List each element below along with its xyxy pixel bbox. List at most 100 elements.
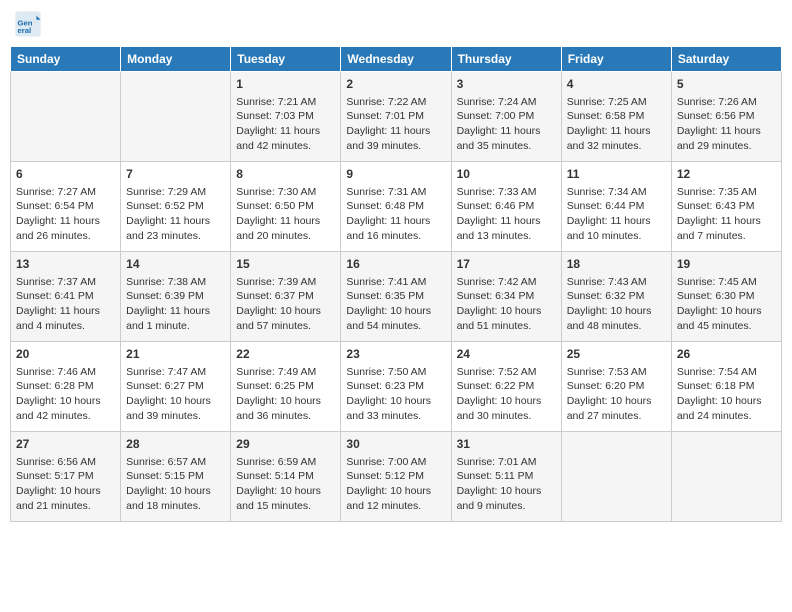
page-header: Gen eral <box>10 10 782 38</box>
cell-content: Sunset: 6:41 PM <box>16 289 115 304</box>
calendar-cell: 24Sunrise: 7:52 AMSunset: 6:22 PMDayligh… <box>451 342 561 432</box>
calendar-cell: 31Sunrise: 7:01 AMSunset: 5:11 PMDayligh… <box>451 432 561 522</box>
cell-content: Sunrise: 7:47 AM <box>126 365 225 380</box>
cell-content: Daylight: 10 hours and 21 minutes. <box>16 484 115 513</box>
cell-content: Sunset: 6:54 PM <box>16 199 115 214</box>
calendar-cell: 8Sunrise: 7:30 AMSunset: 6:50 PMDaylight… <box>231 162 341 252</box>
day-number: 23 <box>346 346 445 363</box>
cell-content: Sunrise: 6:56 AM <box>16 455 115 470</box>
day-number: 14 <box>126 256 225 273</box>
day-number: 16 <box>346 256 445 273</box>
cell-content: Daylight: 10 hours and 15 minutes. <box>236 484 335 513</box>
day-number: 13 <box>16 256 115 273</box>
cell-content: Daylight: 11 hours and 29 minutes. <box>677 124 776 153</box>
cell-content: Sunrise: 7:53 AM <box>567 365 666 380</box>
calendar-cell: 1 Sunrise: 7:21 AMSunset: 7:03 PMDaylight… <box>231 72 341 162</box>
day-number: 8 <box>236 166 335 183</box>
day-number: 6 <box>16 166 115 183</box>
calendar-cell: 4Sunrise: 7:25 AMSunset: 6:58 PMDaylight… <box>561 72 671 162</box>
cell-content: Daylight: 11 hours and 1 minute. <box>126 304 225 333</box>
cell-content: Sunset: 6:30 PM <box>677 289 776 304</box>
cell-content: Sunset: 6:50 PM <box>236 199 335 214</box>
calendar-cell: 22Sunrise: 7:49 AMSunset: 6:25 PMDayligh… <box>231 342 341 432</box>
cell-content: Sunrise: 7:42 AM <box>457 275 556 290</box>
calendar-cell: 14Sunrise: 7:38 AMSunset: 6:39 PMDayligh… <box>121 252 231 342</box>
header-thursday: Thursday <box>451 47 561 72</box>
day-number: 12 <box>677 166 776 183</box>
cell-content: Daylight: 11 hours and 16 minutes. <box>346 214 445 243</box>
calendar-cell: 23Sunrise: 7:50 AMSunset: 6:23 PMDayligh… <box>341 342 451 432</box>
cell-content: Sunrise: 6:59 AM <box>236 455 335 470</box>
calendar-cell: 11Sunrise: 7:34 AMSunset: 6:44 PMDayligh… <box>561 162 671 252</box>
cell-content: Sunset: 6:46 PM <box>457 199 556 214</box>
cell-content: Sunset: 6:37 PM <box>236 289 335 304</box>
cell-content: Daylight: 10 hours and 33 minutes. <box>346 394 445 423</box>
cell-content: Sunset: 6:58 PM <box>567 109 666 124</box>
cell-content: Daylight: 10 hours and 42 minutes. <box>16 394 115 423</box>
cell-content: Daylight: 11 hours and 4 minutes. <box>16 304 115 333</box>
day-number: 22 <box>236 346 335 363</box>
cell-content: Sunrise: 7:45 AM <box>677 275 776 290</box>
calendar-cell: 21Sunrise: 7:47 AMSunset: 6:27 PMDayligh… <box>121 342 231 432</box>
day-number: 9 <box>346 166 445 183</box>
cell-content: Daylight: 10 hours and 51 minutes. <box>457 304 556 333</box>
cell-content: Sunrise: 7:43 AM <box>567 275 666 290</box>
header-sunday: Sunday <box>11 47 121 72</box>
day-number: 10 <box>457 166 556 183</box>
calendar-cell: 10 Sunrise: 7:33 AMSunset: 6:46 PMDayligh… <box>451 162 561 252</box>
cell-content: Sunrise: 7:38 AM <box>126 275 225 290</box>
cell-content: Sunset: 6:18 PM <box>677 379 776 394</box>
cell-content: Sunrise: 7:31 AM <box>346 185 445 200</box>
day-number: 11 <box>567 166 666 183</box>
cell-content: Sunrise: 7:29 AM <box>126 185 225 200</box>
cell-content: Sunset: 6:25 PM <box>236 379 335 394</box>
day-number: 29 <box>236 436 335 453</box>
calendar-table: SundayMondayTuesdayWednesdayThursdayFrid… <box>10 46 782 522</box>
cell-content: Daylight: 10 hours and 36 minutes. <box>236 394 335 423</box>
calendar-cell: 6Sunrise: 7:27 AMSunset: 6:54 PMDaylight… <box>11 162 121 252</box>
cell-content: Sunrise: 7:54 AM <box>677 365 776 380</box>
day-number: 26 <box>677 346 776 363</box>
calendar-week-4: 20Sunrise: 7:46 AMSunset: 6:28 PMDayligh… <box>11 342 782 432</box>
day-number: 15 <box>236 256 335 273</box>
calendar-header-row: SundayMondayTuesdayWednesdayThursdayFrid… <box>11 47 782 72</box>
calendar-cell <box>121 72 231 162</box>
cell-content: Sunrise: 7:33 AM <box>457 185 556 200</box>
day-number: 27 <box>16 436 115 453</box>
cell-content: Sunset: 7:03 PM <box>236 109 335 124</box>
cell-content: Sunset: 6:22 PM <box>457 379 556 394</box>
day-number: 30 <box>346 436 445 453</box>
cell-content: Daylight: 11 hours and 10 minutes. <box>567 214 666 243</box>
day-number: 18 <box>567 256 666 273</box>
calendar-cell: 28Sunrise: 6:57 AMSunset: 5:15 PMDayligh… <box>121 432 231 522</box>
calendar-cell: 7Sunrise: 7:29 AMSunset: 6:52 PMDaylight… <box>121 162 231 252</box>
header-tuesday: Tuesday <box>231 47 341 72</box>
cell-content: Daylight: 11 hours and 35 minutes. <box>457 124 556 153</box>
svg-text:eral: eral <box>18 26 32 35</box>
cell-content: Sunset: 6:35 PM <box>346 289 445 304</box>
day-number: 1 <box>236 76 335 93</box>
cell-content: Sunset: 6:56 PM <box>677 109 776 124</box>
cell-content: Sunset: 5:12 PM <box>346 469 445 484</box>
day-number: 25 <box>567 346 666 363</box>
cell-content: Daylight: 11 hours and 13 minutes. <box>457 214 556 243</box>
cell-content: Sunrise: 7:30 AM <box>236 185 335 200</box>
calendar-cell: 15Sunrise: 7:39 AMSunset: 6:37 PMDayligh… <box>231 252 341 342</box>
calendar-cell: 30Sunrise: 7:00 AMSunset: 5:12 PMDayligh… <box>341 432 451 522</box>
cell-content: Sunset: 6:43 PM <box>677 199 776 214</box>
cell-content: Daylight: 10 hours and 9 minutes. <box>457 484 556 513</box>
day-number: 3 <box>457 76 556 93</box>
header-monday: Monday <box>121 47 231 72</box>
day-number: 31 <box>457 436 556 453</box>
cell-content: Daylight: 11 hours and 42 minutes. <box>236 124 335 153</box>
header-friday: Friday <box>561 47 671 72</box>
cell-content: Sunset: 6:44 PM <box>567 199 666 214</box>
cell-content: Sunrise: 7:26 AM <box>677 95 776 110</box>
cell-content: Sunrise: 7:21 AM <box>236 95 335 110</box>
day-number: 4 <box>567 76 666 93</box>
cell-content: Daylight: 10 hours and 39 minutes. <box>126 394 225 423</box>
cell-content: Sunset: 7:01 PM <box>346 109 445 124</box>
calendar-cell: 20Sunrise: 7:46 AMSunset: 6:28 PMDayligh… <box>11 342 121 432</box>
day-number: 2 <box>346 76 445 93</box>
cell-content: Daylight: 10 hours and 45 minutes. <box>677 304 776 333</box>
